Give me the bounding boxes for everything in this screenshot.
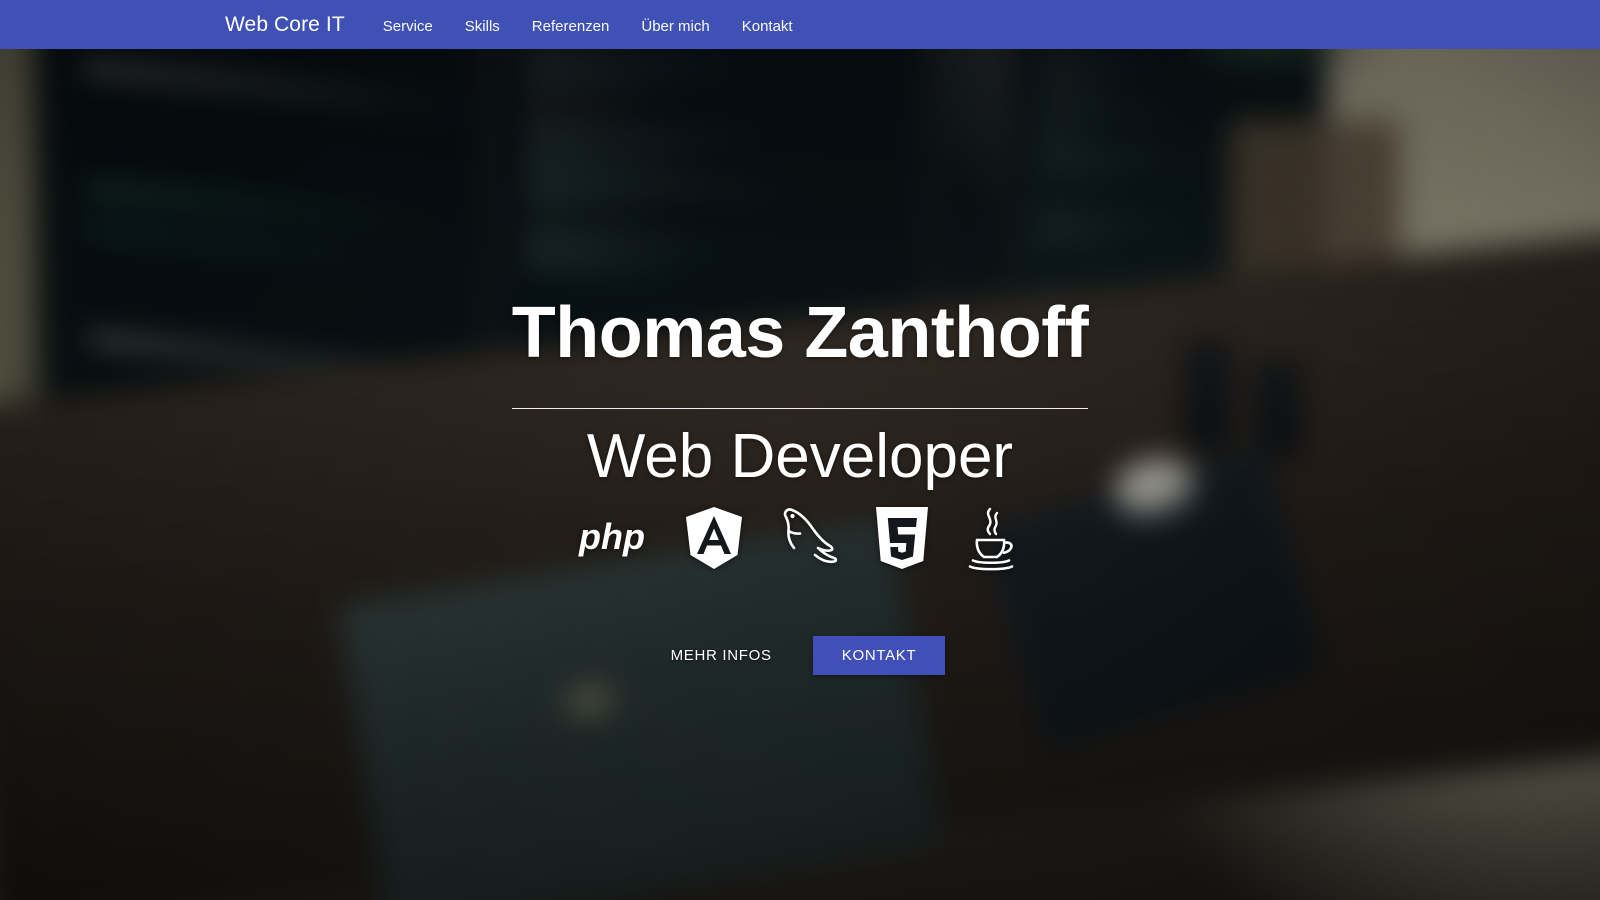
mysql-dolphin-icon — [773, 503, 845, 573]
css3-icon — [873, 505, 931, 571]
brand-logo[interactable]: Web Core IT — [225, 13, 345, 37]
nav-link-skills[interactable]: Skills — [449, 18, 516, 35]
title-divider — [511, 407, 1088, 409]
nav-link-referenzen[interactable]: Referenzen — [516, 18, 626, 35]
cta-button-row: MEHR INFOS KONTAKT — [512, 635, 1088, 675]
navbar-inner: Web Core IT Service Skills Referenzen Üb… — [0, 13, 809, 37]
java-icon — [959, 503, 1023, 573]
angular-icon — [683, 505, 745, 571]
page-title: Thomas Zanthoff — [511, 293, 1089, 373]
hero-inner: Thomas Zanthoff Web Developer php MEHR I… — [511, 293, 1089, 675]
tech-icon-row: php — [512, 497, 1088, 579]
kontakt-button[interactable]: KONTAKT — [812, 635, 946, 675]
nav-link-ueber-mich[interactable]: Über mich — [625, 18, 725, 35]
mehr-infos-button[interactable]: MEHR INFOS — [655, 637, 788, 674]
svg-text:php: php — [578, 517, 645, 557]
php-icon: php — [577, 517, 655, 559]
page-root: Web Core IT Service Skills Referenzen Üb… — [0, 0, 1600, 900]
page-subtitle: Web Developer — [586, 421, 1014, 491]
nav-link-service[interactable]: Service — [367, 18, 449, 35]
top-navbar: Web Core IT Service Skills Referenzen Üb… — [0, 0, 1600, 49]
nav-link-kontakt[interactable]: Kontakt — [726, 18, 809, 35]
